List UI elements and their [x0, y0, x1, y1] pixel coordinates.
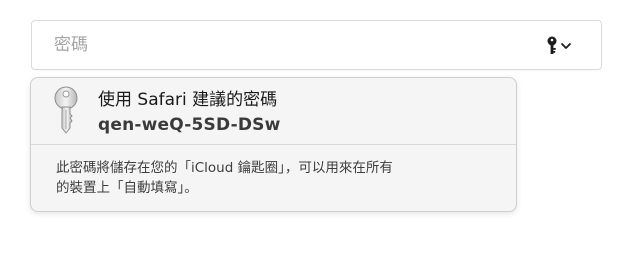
key-icon — [547, 36, 557, 54]
popover-divider — [31, 144, 516, 145]
chevron-down-icon — [561, 43, 571, 49]
keychain-key-icon — [54, 86, 78, 134]
suggestion-title: 使用 Safari 建議的密碼 — [98, 90, 278, 110]
password-field[interactable]: 密碼 — [31, 20, 602, 70]
password-field-placeholder: 密碼 — [54, 35, 88, 55]
footnote-line: 的裝置上「自動填寫」。 — [56, 180, 198, 196]
footnote-line: 此密碼將儲存在您的「iCloud 鑰匙圈」，可以用來在所有 — [56, 160, 393, 176]
password-autofill-button[interactable] — [541, 34, 577, 58]
suggested-password-text: qen-weQ-5SD-DSw — [98, 115, 281, 135]
use-suggested-password-option[interactable]: 使用 Safari 建議的密碼 qen-weQ-5SD-DSw — [31, 78, 516, 144]
popover-footnote: 此密碼將儲存在您的「iCloud 鑰匙圈」，可以用來在所有 的裝置上「自動填寫」… — [56, 158, 506, 198]
suggested-password-popover: 使用 Safari 建議的密碼 qen-weQ-5SD-DSw 此密碼將儲存在您… — [30, 77, 517, 212]
